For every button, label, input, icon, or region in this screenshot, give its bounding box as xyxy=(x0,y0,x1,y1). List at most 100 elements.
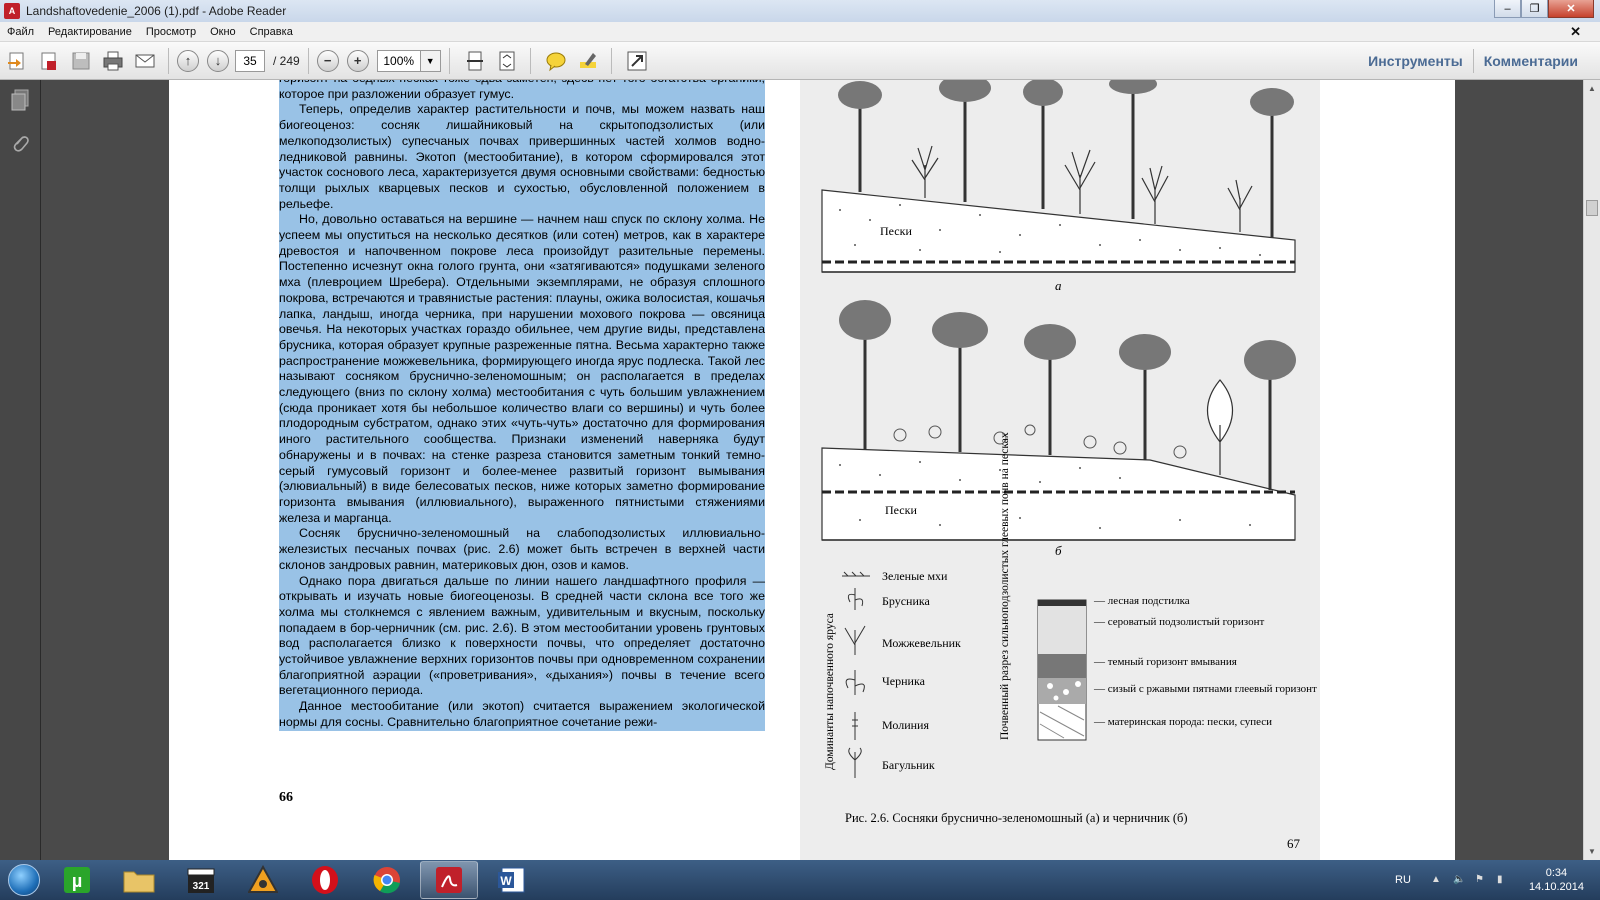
media-player-taskbar-button[interactable]: 321 xyxy=(172,861,230,899)
comments-pane-link[interactable]: Комментарии xyxy=(1474,53,1588,69)
save-button[interactable] xyxy=(66,47,96,75)
word-icon: W xyxy=(498,867,525,893)
figure-caption: Рис. 2.6. Сосняки брусничнo-зеленомошный… xyxy=(845,811,1188,825)
triangle-player-icon xyxy=(248,865,278,893)
menu-window[interactable]: Окно xyxy=(203,26,243,38)
adobe-reader-taskbar-button[interactable] xyxy=(420,861,478,899)
adobe-reader-icon: A xyxy=(4,3,20,19)
paperclip-icon xyxy=(13,136,29,152)
tools-pane-link[interactable]: Инструменты xyxy=(1358,53,1473,69)
system-tray: RU ▲ 🔈 ⚑ ▮ 0:34 14.10.2014 xyxy=(1395,860,1600,900)
zoom-out-button[interactable]: − xyxy=(316,49,339,72)
aimp-taskbar-button[interactable] xyxy=(234,861,292,899)
legend-soil-3: — сизый с ржавыми пятнами глеевый горизо… xyxy=(1093,683,1317,695)
paragraph[interactable]: Однако пора двигаться дальше по линии на… xyxy=(279,573,765,700)
fullscreen-button[interactable] xyxy=(622,47,652,75)
paragraph[interactable]: Но, довольно оставаться на вершине — нач… xyxy=(279,212,765,527)
profile-b: Пески б xyxy=(821,300,1296,558)
scrollbar-thumb[interactable] xyxy=(1586,200,1598,216)
save-icon xyxy=(72,52,90,69)
print-button[interactable] xyxy=(98,47,128,75)
explorer-taskbar-button[interactable] xyxy=(110,861,168,899)
close-document-icon[interactable]: ✕ xyxy=(1563,24,1588,40)
minus-icon: − xyxy=(323,53,332,68)
show-hidden-icons-icon[interactable]: ▲ xyxy=(1431,874,1445,886)
attachments-button[interactable] xyxy=(9,131,31,153)
opera-taskbar-button[interactable] xyxy=(296,861,354,899)
menu-file[interactable]: Файл xyxy=(0,26,41,38)
profile-a: Пески а xyxy=(821,80,1296,293)
zoom-select[interactable]: ▼ xyxy=(376,49,441,72)
toolbar-separator xyxy=(168,47,169,74)
legend-soil-2: — темный горизонт вмывания xyxy=(1093,656,1237,668)
paragraph[interactable]: Теперь, определив характер растительност… xyxy=(279,102,765,213)
language-indicator[interactable]: RU xyxy=(1395,874,1411,886)
scroll-up-arrow-icon[interactable]: ▲ xyxy=(1584,80,1600,97)
create-pdf-icon xyxy=(41,52,56,70)
clock[interactable]: 0:34 14.10.2014 xyxy=(1529,866,1584,894)
svg-text:µ: µ xyxy=(72,871,82,891)
paragraph[interactable]: Сосняк брусничнo-зеленомошный на слабопо… xyxy=(279,526,765,574)
paragraph[interactable]: горизонт на бедных песках тоже едва заме… xyxy=(279,80,765,103)
menu-bar: Файл Редактирование Просмотр Окно Справк… xyxy=(0,22,1600,42)
close-button[interactable]: ✕ xyxy=(1548,0,1594,18)
clock-date: 14.10.2014 xyxy=(1528,881,1584,893)
next-page-button[interactable]: ↓ xyxy=(207,49,229,72)
menu-help[interactable]: Справка xyxy=(243,26,300,38)
landscape-profile-figure: Пески а Пески б Доминанты напочвенного я… xyxy=(821,80,1317,851)
taskbar: µ 321 W RU ▲ 🔈 ⚑ ▮ 0:34 14.10.2014 xyxy=(0,860,1600,900)
printer-icon xyxy=(103,51,123,70)
legend-title-soil: Почвенный разрез сильноподзолистых глеев… xyxy=(999,432,1011,740)
fit-page-button[interactable] xyxy=(492,47,522,75)
arrow-down-icon: ↓ xyxy=(214,53,222,68)
utorrent-taskbar-button[interactable]: µ xyxy=(48,861,106,899)
legend-plant-2: Можжевельник xyxy=(882,636,961,650)
maximize-button[interactable]: ❐ xyxy=(1521,0,1548,18)
chevron-down-icon[interactable]: ▼ xyxy=(420,49,441,72)
vertical-scrollbar[interactable]: ▲ ▼ xyxy=(1583,80,1600,860)
paragraph[interactable]: Данное местообитание (или экотоп) считае… xyxy=(279,699,765,731)
volume-icon[interactable]: 🔈 xyxy=(1453,874,1467,886)
previous-page-button[interactable]: ↑ xyxy=(177,49,199,72)
panel-links: Инструменты Комментарии xyxy=(1358,42,1588,80)
word-taskbar-button[interactable]: W xyxy=(482,861,540,899)
pdf-icon xyxy=(436,867,462,893)
page-thumbnails-button[interactable] xyxy=(9,89,31,111)
left-page-text[interactable]: горизонт на бедных песках тоже едва заме… xyxy=(279,80,765,731)
clock-time: 0:34 xyxy=(1545,867,1568,879)
document-page: горизонт на бедных песках тоже едва заме… xyxy=(169,80,1455,860)
legend-plant-3: Черника xyxy=(882,674,926,688)
legend-plant-5: Багульник xyxy=(882,758,935,772)
zoom-input[interactable] xyxy=(376,49,421,72)
action-center-icon[interactable]: ⚑ xyxy=(1475,874,1489,886)
menu-view[interactable]: Просмотр xyxy=(139,26,203,38)
fit-page-icon xyxy=(499,51,515,70)
legend-soil-1: — сероватый подзолистый горизонт xyxy=(1093,616,1264,628)
toolbar: ↑ ↓ / 249 − + ▼ Инструменты Комментарии xyxy=(0,42,1600,80)
open-file-icon xyxy=(8,52,24,69)
legend-plant-1: Брусника xyxy=(882,594,931,608)
highlight-button[interactable] xyxy=(573,47,603,75)
zoom-in-button[interactable]: + xyxy=(346,49,369,72)
create-pdf-button[interactable] xyxy=(34,47,64,75)
svg-text:321: 321 xyxy=(193,881,210,892)
menu-edit[interactable]: Редактирование xyxy=(41,26,139,38)
folder-icon xyxy=(123,871,155,893)
email-button[interactable] xyxy=(130,47,160,75)
opera-icon xyxy=(312,866,338,894)
window-title: Landshaftovedenie_2006 (1).pdf - Adobe R… xyxy=(26,4,287,18)
scroll-down-arrow-icon[interactable]: ▼ xyxy=(1584,843,1600,860)
sand-label-a: Пески xyxy=(880,224,912,238)
document-viewport[interactable]: горизонт на бедных песках тоже едва заме… xyxy=(41,80,1583,860)
add-note-button[interactable] xyxy=(541,47,571,75)
network-icon[interactable]: ▮ xyxy=(1497,874,1511,886)
page-number-input[interactable] xyxy=(235,49,265,72)
minimize-button[interactable]: – xyxy=(1494,0,1521,18)
legend-title-dominants: Доминанты напочвенного яруса xyxy=(824,613,836,770)
start-button[interactable] xyxy=(4,860,44,900)
scroll-mode-button[interactable] xyxy=(460,47,490,75)
chrome-taskbar-button[interactable] xyxy=(358,861,416,899)
windows-logo-icon xyxy=(8,864,40,896)
clapperboard-icon: 321 xyxy=(187,868,215,893)
open-file-button[interactable] xyxy=(2,47,32,75)
